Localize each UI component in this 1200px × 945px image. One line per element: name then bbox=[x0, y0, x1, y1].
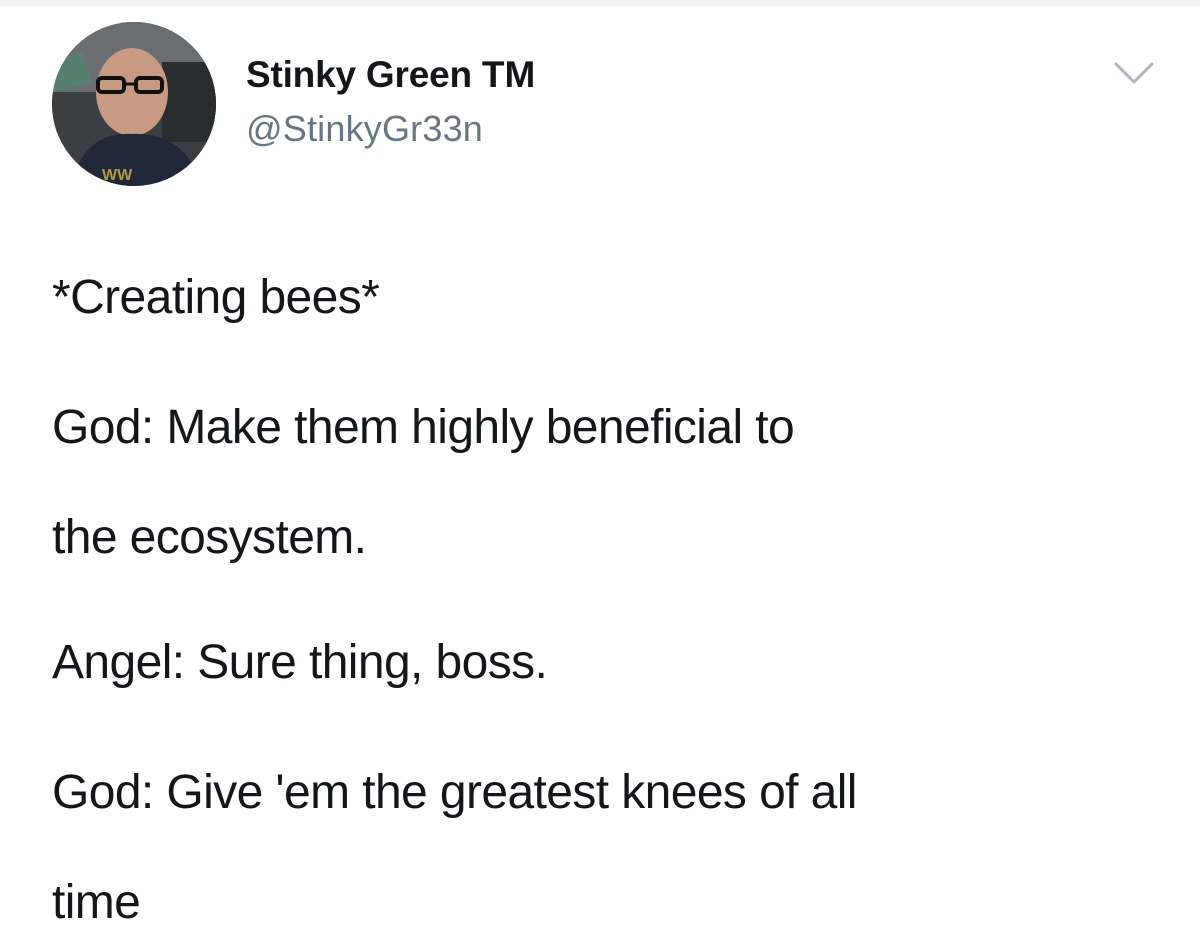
display-name[interactable]: Stinky Green bbox=[246, 54, 472, 96]
tweet-card: WW Stinky Green TM @StinkyGr33n *Creatin… bbox=[0, 0, 1200, 945]
user-handle[interactable]: @StinkyGr33n bbox=[246, 108, 483, 150]
tweet-line: Angel: Sure thing, boss. bbox=[52, 636, 548, 689]
avatar-image: WW bbox=[52, 22, 216, 186]
author-name-row[interactable]: Stinky Green TM bbox=[246, 54, 535, 96]
tweet-line: time bbox=[52, 876, 141, 929]
name-suffix: TM bbox=[481, 54, 536, 95]
svg-text:WW: WW bbox=[102, 167, 133, 184]
chevron-down-icon[interactable] bbox=[1112, 58, 1156, 88]
tweet-line: God: Make them highly beneficial to bbox=[52, 401, 795, 454]
tweet-line: *Creating bees* bbox=[52, 271, 380, 324]
tweet-line: God: Give 'em the greatest knees of all bbox=[52, 766, 857, 819]
avatar[interactable]: WW bbox=[52, 22, 216, 186]
tweet-line: the ecosystem. bbox=[52, 511, 367, 564]
